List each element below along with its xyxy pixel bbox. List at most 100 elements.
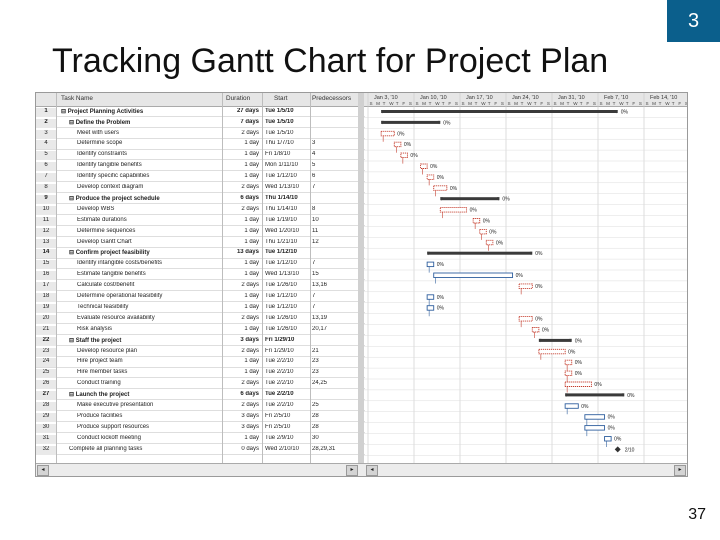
task-row[interactable]: 29 Produce facilities 3 days Fri 2/5/10 28 bbox=[36, 412, 365, 423]
task-duration: 1 day bbox=[244, 140, 259, 147]
percent-complete-label: 0% bbox=[404, 142, 412, 148]
task-row[interactable]: 30 Produce support resources 3 days Fri 2/5… bbox=[36, 423, 365, 433]
task-name: Hire project team bbox=[77, 358, 123, 365]
task-predecessors: 7 bbox=[312, 260, 316, 267]
task-predecessors: 12 bbox=[312, 238, 319, 245]
task-bar bbox=[433, 272, 514, 278]
task-row[interactable]: 26 Conduct training 2 days Tue 2/2/10 24,25 bbox=[36, 380, 365, 390]
task-name: Determine sequences bbox=[77, 227, 136, 234]
critical-task-bar bbox=[433, 185, 448, 191]
task-row[interactable]: 13 Develop Gantt Chart 1 day Thu 1/21/10 12 bbox=[36, 238, 365, 248]
task-row[interactable]: 23 Develop resource plan 2 days Fri 1/29/10… bbox=[36, 347, 365, 357]
task-name: Estimate tangible benefits bbox=[77, 271, 146, 278]
percent-complete-label: 0% bbox=[437, 306, 445, 312]
task-row[interactable]: 5 Identify constraints 1 day Fri 1/8/10 4 bbox=[36, 151, 365, 161]
task-row[interactable]: 10 Develop WBS 2 days Thu 1/14/10 8 bbox=[36, 205, 365, 215]
task-start: Tue 2/2/10 bbox=[265, 358, 294, 365]
task-row[interactable]: 6 Identify tangible benefits 1 day Mon 1/11… bbox=[36, 162, 365, 172]
task-row[interactable]: 32 Complete all planning tasks 0 days Wed 2… bbox=[36, 445, 365, 455]
task-row[interactable]: 11 Estimate durations 1 day Tue 1/19/10 10 bbox=[36, 216, 365, 226]
timescale-day-label: T bbox=[659, 101, 662, 106]
task-predecessors: 4 bbox=[312, 151, 316, 158]
page-number: 37 bbox=[688, 506, 706, 523]
timescale-day-label: F bbox=[448, 101, 451, 106]
timescale-day-label: T bbox=[429, 101, 432, 106]
task-row[interactable]: 28 Make executive presentation 2 days Tue 2… bbox=[36, 401, 365, 412]
task-row[interactable]: 21 Risk analysis 1 day Tue 1/26/10 20,17 bbox=[36, 325, 365, 335]
scroll-right-icon[interactable]: ▸ bbox=[346, 465, 358, 476]
task-duration: 2 days bbox=[241, 402, 259, 409]
task-row[interactable]: 17 Calculate cost/benefit 2 days Tue 1/26/1… bbox=[36, 281, 365, 292]
timescale-day-label: S bbox=[416, 101, 419, 106]
column-divider bbox=[310, 93, 311, 463]
timescale-day-label: S bbox=[554, 101, 557, 106]
summary-bar bbox=[440, 197, 500, 201]
critical-task-bar bbox=[518, 283, 533, 289]
task-predecessors: 21 bbox=[312, 347, 319, 354]
task-row[interactable]: 19 Technical feasibility 1 day Tue 1/12/10 7 bbox=[36, 303, 365, 314]
task-row[interactable]: 8 Develop context diagram 2 days Wed 1/13/1… bbox=[36, 183, 365, 194]
task-row[interactable]: 4 Determine scope 1 day Thu 1/7/10 3 bbox=[36, 140, 365, 150]
task-name: ⊟ Launch the project bbox=[69, 392, 130, 399]
task-predecessors: 25 bbox=[312, 402, 319, 409]
timescale-day-label: T bbox=[613, 101, 616, 106]
task-name: Evaluate resource availability bbox=[77, 314, 155, 321]
critical-task-bar bbox=[531, 327, 540, 333]
task-row[interactable]: 20 Evaluate resource availability 2 days Tu… bbox=[36, 314, 365, 324]
col-task-name[interactable]: Task Name bbox=[61, 95, 93, 102]
task-row[interactable]: 31 Conduct kickoff meeting 1 day Tue 2/9/10… bbox=[36, 434, 365, 444]
scroll-left-icon[interactable]: ◂ bbox=[366, 465, 378, 476]
task-row[interactable]: 9 ⊟ Produce the project schedule 6 days Thu… bbox=[36, 194, 365, 205]
task-row[interactable]: 22 ⊟ Staff the project 3 days Fri 1/29/10 bbox=[36, 336, 365, 346]
task-row[interactable]: 16 Estimate tangible benefits 1 day Wed 1/1… bbox=[36, 271, 365, 281]
task-row[interactable]: 7 Identify specific capabilities 1 day Tue … bbox=[36, 172, 365, 183]
horizontal-scrollbar[interactable]: ◂ ▸ ◂ ▸ bbox=[36, 463, 687, 476]
task-id: 7 bbox=[36, 173, 56, 183]
task-row[interactable]: 14 ⊟ Confirm project feasibility 13 days Tu… bbox=[36, 249, 365, 259]
task-duration: 2 days bbox=[241, 282, 259, 289]
scroll-right-icon[interactable]: ▸ bbox=[674, 465, 686, 476]
task-row[interactable]: 3 Meet with users 2 days Tue 1/5/10 bbox=[36, 129, 365, 139]
critical-task-bar bbox=[380, 130, 395, 137]
task-predecessors: 7 bbox=[312, 184, 316, 191]
critical-task-bar bbox=[485, 239, 494, 246]
timescale-day-label: F bbox=[540, 101, 543, 106]
task-duration: 1 day bbox=[244, 260, 259, 267]
timescale-day-label: F bbox=[678, 101, 681, 106]
task-row[interactable]: 1 ⊟ Project Planning Activities 27 days Tue… bbox=[36, 107, 365, 117]
timescale-day-label: W bbox=[665, 101, 670, 106]
task-id: 29 bbox=[36, 412, 56, 422]
task-start: Tue 1/19/10 bbox=[265, 216, 297, 223]
task-id: 19 bbox=[36, 303, 56, 313]
task-duration: 2 days bbox=[241, 205, 259, 212]
task-id: 16 bbox=[36, 271, 56, 281]
task-duration: 1 day bbox=[244, 271, 259, 278]
timescale-day-label: S bbox=[501, 101, 504, 106]
percent-complete-label: 0% bbox=[594, 382, 602, 388]
task-row[interactable]: 27 ⊟ Launch the project 6 days Tue 2/2/10 bbox=[36, 390, 365, 401]
task-start: Wed 1/20/10 bbox=[265, 227, 299, 234]
scroll-left-icon[interactable]: ◂ bbox=[37, 465, 49, 476]
task-row[interactable]: 12 Determine sequences 1 day Wed 1/20/10 11 bbox=[36, 227, 365, 237]
task-predecessors: 23 bbox=[312, 369, 319, 376]
task-id: 14 bbox=[36, 249, 56, 259]
col-start[interactable]: Start bbox=[274, 95, 288, 102]
task-duration: 2 days bbox=[241, 314, 259, 321]
task-row[interactable]: 2 ⊟ Define the Problem 7 days Tue 1/5/10 bbox=[36, 118, 365, 128]
task-duration: 1 day bbox=[244, 238, 259, 245]
timescale-day-label: S bbox=[593, 101, 596, 106]
task-start: Tue 2/9/10 bbox=[265, 434, 294, 441]
percent-complete-label: 0% bbox=[437, 262, 445, 268]
task-name: Conduct kickoff meeting bbox=[77, 434, 141, 441]
task-row[interactable]: 15 Identify intangible costs/benefits 1 da… bbox=[36, 260, 365, 270]
col-predecessors[interactable]: Predecessors bbox=[312, 95, 351, 102]
col-duration[interactable]: Duration bbox=[226, 95, 250, 102]
task-start: Fri 2/5/10 bbox=[265, 412, 291, 419]
task-duration: 1 day bbox=[244, 434, 259, 441]
milestone-marker bbox=[614, 446, 621, 453]
task-row[interactable]: 24 Hire project team 1 day Tue 2/2/10 23 bbox=[36, 358, 365, 368]
task-row[interactable]: 25 Hire member tasks 1 day Tue 2/2/10 23 bbox=[36, 369, 365, 379]
critical-task-bar bbox=[393, 141, 402, 148]
task-row[interactable]: 18 Determine operational feasibility 1 day… bbox=[36, 292, 365, 303]
task-start: Tue 1/12/10 bbox=[265, 293, 297, 300]
